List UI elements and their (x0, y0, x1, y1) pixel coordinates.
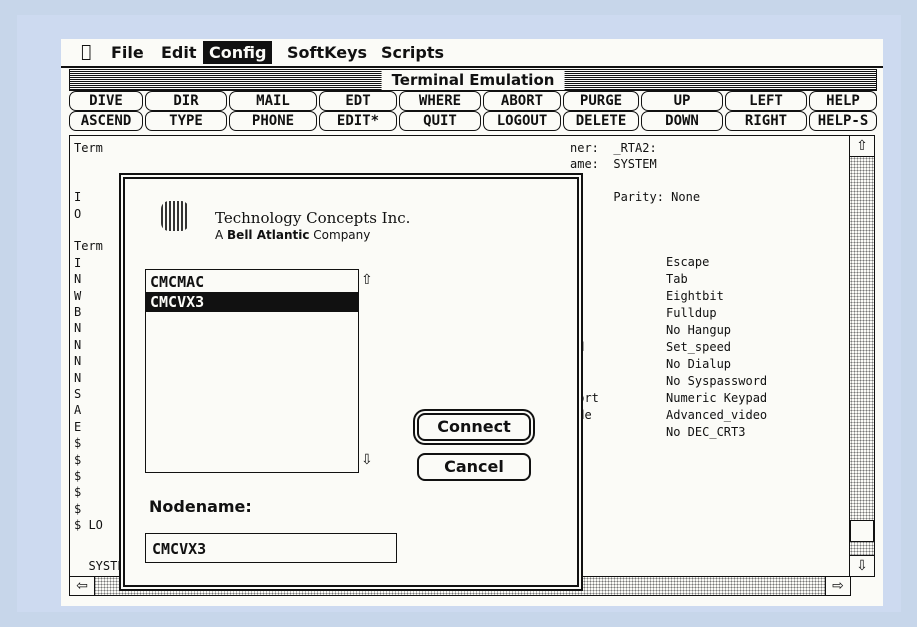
softkey-help-s[interactable]: HELP-S (809, 111, 877, 131)
terminal-line: $ (74, 501, 82, 516)
connect-dialog: Technology Concepts Inc. A Bell Atlantic… (123, 177, 579, 587)
terminal-setting-value: Set_speed (666, 340, 732, 354)
terminal-line: $ (74, 469, 82, 483)
terminal-line: ame: SYSTEM (570, 157, 657, 172)
softkey-up[interactable]: UP (641, 91, 723, 111)
softkey-down[interactable]: DOWN (641, 111, 723, 131)
terminal-line: N (74, 337, 82, 352)
terminal-setting-value: No DEC_CRT3 (666, 425, 746, 439)
softkey-help[interactable]: HELP (809, 91, 877, 111)
terminal-line: Parity: None (570, 190, 701, 205)
softkey-delete[interactable]: DELETE (563, 111, 639, 131)
softkey-left[interactable]: LEFT (725, 91, 807, 111)
list-scrollbar[interactable]: ⇧ ⇩ (358, 270, 381, 470)
scroll-thumb[interactable] (850, 520, 874, 542)
terminal-line: N (74, 370, 82, 385)
tci-logo-icon (161, 201, 189, 231)
terminal-line: ner: _RTA2: (570, 141, 657, 155)
vertical-scrollbar[interactable]: ⇧ ⇩ (849, 135, 875, 577)
softkey-dive[interactable]: DIVE (69, 91, 143, 111)
terminal-line: A (74, 403, 82, 418)
terminal-setting-value: No Dialup (666, 357, 732, 371)
terminal-line: I (74, 255, 82, 270)
mac-screen:  File Edit Config SoftKeys Scripts Term… (61, 39, 883, 606)
softkey-quit[interactable]: QUIT (399, 111, 481, 131)
nodename-field[interactable]: CMCVX3 (145, 533, 397, 563)
nodename-label: Nodename: (149, 497, 252, 516)
softkey-phone[interactable]: PHONE (229, 111, 317, 131)
softkey-logout[interactable]: LOGOUT (483, 111, 561, 131)
softkey-where[interactable]: WHERE (399, 91, 481, 111)
terminal-line: O (74, 206, 82, 221)
terminal-line: $ (74, 485, 82, 500)
softkey-abort[interactable]: ABORT (483, 91, 561, 111)
terminal-setting-value: No Syspassword (666, 374, 768, 388)
terminal-setting-value: Fulldup (666, 306, 717, 320)
list-item-selected[interactable]: CMCVX3 (146, 292, 360, 312)
connect-button[interactable]: Connect (417, 413, 531, 441)
company-name: Technology Concepts Inc. (215, 209, 411, 227)
softkey-right[interactable]: RIGHT (725, 111, 807, 131)
menu-config[interactable]: Config (203, 41, 273, 64)
terminal-line: Term (74, 141, 103, 155)
scroll-up-icon[interactable]: ⇧ (849, 135, 875, 157)
softkey-edt[interactable]: EDT (319, 91, 397, 111)
terminal-setting-value: No Hangup (666, 323, 732, 337)
menu-bar:  File Edit Config SoftKeys Scripts (61, 39, 883, 68)
terminal-line: Term (74, 239, 103, 254)
subline-brand: Bell Atlantic (227, 228, 310, 242)
menu-softkeys[interactable]: SoftKeys (281, 41, 373, 64)
softkey-ascend[interactable]: ASCEND (69, 111, 143, 131)
softkey-dir[interactable]: DIR (145, 91, 227, 111)
softkey-type[interactable]: TYPE (145, 111, 227, 131)
terminal-setting-value: Advanced_video (666, 408, 768, 422)
menu-file[interactable]: File (105, 41, 150, 64)
scroll-down-icon[interactable]: ⇩ (849, 555, 875, 577)
apple-menu-icon[interactable]:  (81, 42, 91, 62)
cancel-button[interactable]: Cancel (417, 453, 531, 481)
window-title-bar[interactable]: Terminal Emulation (69, 69, 877, 91)
terminal-line: B (74, 305, 82, 319)
subline-prefix: A (215, 228, 228, 242)
terminal-line: E (74, 419, 82, 434)
terminal-line: S (74, 387, 82, 401)
menu-scripts[interactable]: Scripts (375, 41, 450, 64)
terminal-line: $ (74, 436, 82, 451)
subline-suffix: Company (309, 228, 371, 242)
scroll-right-icon[interactable]: ⇨ (825, 576, 851, 596)
node-list[interactable]: CMCMAC CMCVX3 ⇧ ⇩ (145, 269, 381, 473)
list-item[interactable]: CMCMAC (146, 272, 360, 292)
terminal-line: W (74, 288, 82, 303)
terminal-setting-value: Numeric Keypad (666, 391, 768, 405)
terminal-line: N (74, 321, 82, 336)
terminal-line: $ LO (74, 518, 103, 533)
softkey-mail[interactable]: MAIL (229, 91, 317, 111)
company-subline: A Bell Atlantic Company (215, 228, 370, 242)
terminal-line: I (74, 190, 82, 205)
terminal-setting-value: Tab (666, 272, 688, 286)
softkey-purge[interactable]: PURGE (563, 91, 639, 111)
terminal-line: N (74, 354, 82, 369)
terminal-line: N (74, 272, 82, 287)
list-scroll-down-icon[interactable]: ⇩ (361, 452, 373, 468)
menu-edit[interactable]: Edit (155, 41, 203, 64)
terminal-setting-value: Escape (666, 255, 710, 269)
scroll-left-icon[interactable]: ⇦ (69, 576, 95, 596)
softkey-edit-[interactable]: EDIT* (319, 111, 397, 131)
screen-frame:  File Edit Config SoftKeys Scripts Term… (17, 15, 901, 612)
list-scroll-up-icon[interactable]: ⇧ (361, 272, 373, 288)
window-title: Terminal Emulation (381, 70, 565, 90)
terminal-line: $ (74, 452, 82, 467)
terminal-setting-value: Eightbit (666, 289, 724, 303)
